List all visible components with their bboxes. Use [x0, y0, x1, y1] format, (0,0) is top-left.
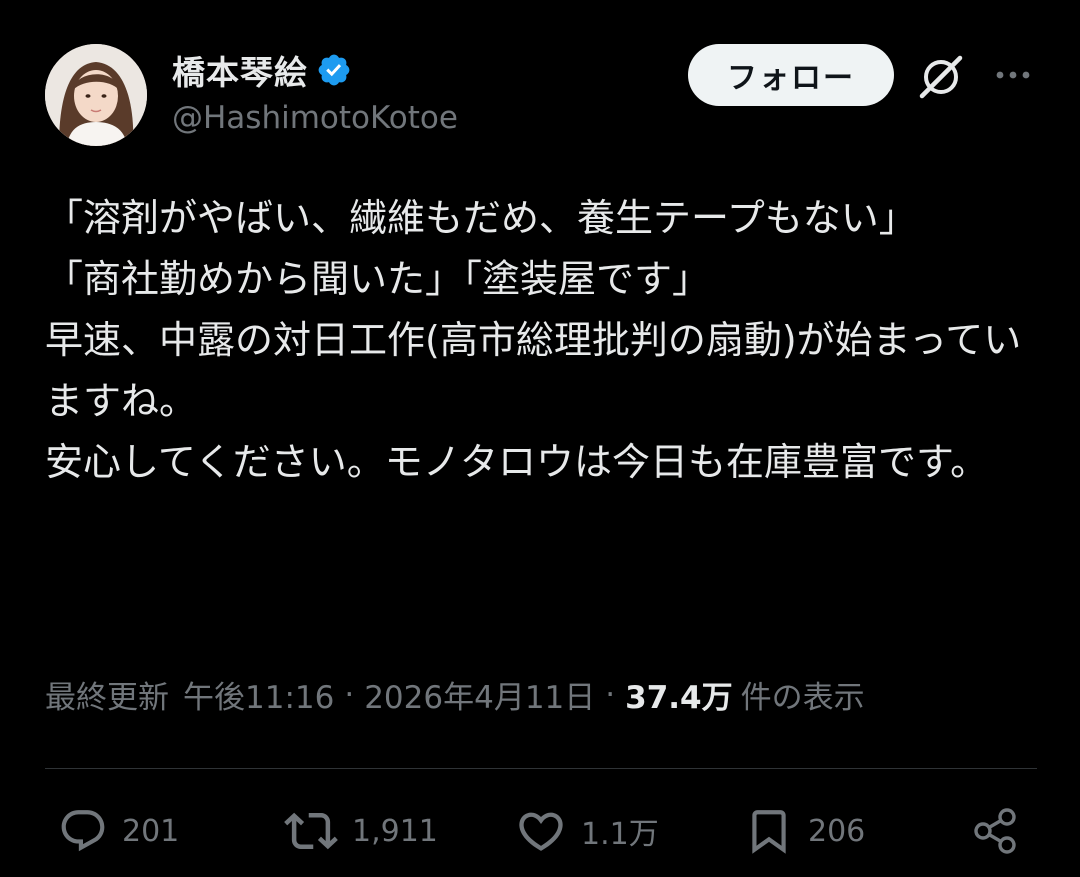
tweet-header: 橋本琴絵 @HashimotoKotoe フォロー — [0, 0, 1080, 160]
share-icon — [970, 805, 1022, 857]
reply-count: 201 — [122, 813, 180, 849]
heart-icon — [515, 805, 567, 857]
bookmark-button[interactable]: 206 — [744, 804, 865, 858]
like-button[interactable]: 1.1万 — [515, 804, 659, 858]
action-bar: 201 1,911 1.1万 206 — [0, 790, 1080, 870]
tweet-time[interactable]: 午後11:16 — [183, 672, 334, 717]
verified-badge-icon[interactable] — [316, 52, 352, 88]
views-label: 件の表示 — [740, 680, 865, 716]
repost-count: 1,911 — [352, 813, 438, 849]
meta-separator: · — [344, 676, 355, 713]
like-count: 1.1万 — [581, 817, 659, 852]
avatar[interactable] — [45, 44, 147, 146]
tweet-meta: 最終更新 午後11:16 · 2026年4月11日 · 37.4万 件の表示 — [45, 672, 865, 717]
tweet-date[interactable]: 2026年4月11日 — [364, 672, 595, 717]
more-options-icon[interactable] — [992, 60, 1034, 90]
repost-icon — [284, 804, 338, 858]
share-button[interactable] — [970, 804, 1022, 858]
views-count[interactable]: 37.4万 — [625, 672, 733, 717]
reply-icon — [58, 806, 108, 856]
meta-separator: · — [605, 676, 616, 713]
display-name-row: 橋本琴絵 — [172, 46, 352, 94]
tweet-text: 「溶剤がやばい、繊維もだめ、養生テープもない」 「商社勤めから聞いた」「塗装屋で… — [45, 196, 1022, 484]
divider — [45, 768, 1037, 769]
display-name[interactable]: 橋本琴絵 — [172, 46, 308, 94]
updated-label: 最終更新 — [45, 680, 169, 716]
repost-button[interactable]: 1,911 — [284, 804, 438, 858]
user-handle[interactable]: @HashimotoKotoe — [172, 100, 458, 136]
grok-icon[interactable] — [916, 52, 966, 102]
bookmark-icon — [744, 804, 794, 858]
bookmark-count: 206 — [808, 813, 866, 849]
follow-button[interactable]: フォロー — [688, 44, 894, 106]
reply-button[interactable]: 201 — [58, 804, 179, 858]
